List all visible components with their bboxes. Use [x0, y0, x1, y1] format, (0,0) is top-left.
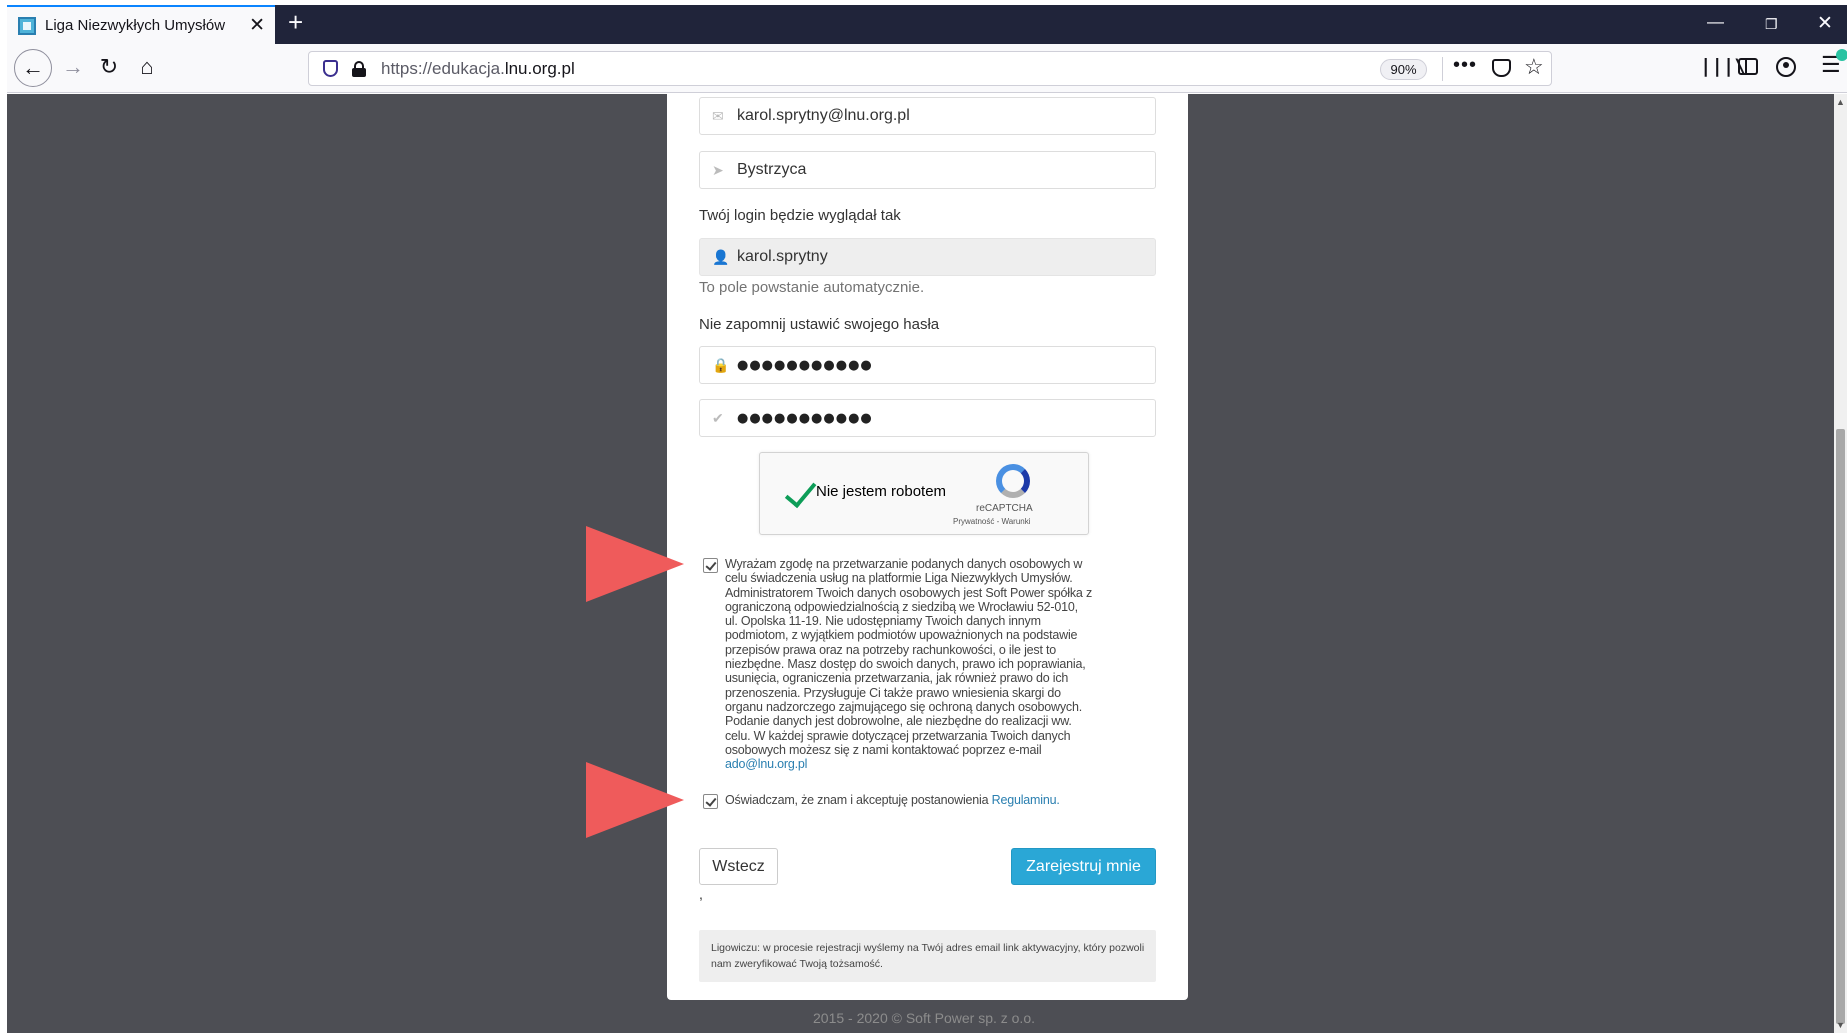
url-host: lnu.org.pl [504, 59, 575, 78]
url-text[interactable]: https://edukacja.lnu.org.pl [381, 59, 575, 79]
login-field: 👤 karol.sprytny [699, 238, 1156, 276]
scroll-up-icon[interactable]: ▲ [1836, 97, 1845, 107]
terms-checkbox[interactable] [703, 794, 718, 809]
recaptcha-links[interactable]: Prywatność - Warunki [953, 517, 1031, 526]
terms-link[interactable]: Regulaminu. [992, 793, 1060, 807]
sidebar-toggle-icon[interactable] [1738, 58, 1758, 75]
address-bar[interactable]: https://edukacja.lnu.org.pl 90% ••• ☆ [308, 51, 1552, 86]
zoom-level-badge[interactable]: 90% [1380, 59, 1427, 80]
update-badge-icon [1836, 49, 1847, 61]
window-close-icon[interactable]: ✕ [1817, 12, 1833, 35]
consent-checkbox[interactable] [703, 558, 718, 573]
login-label: Twój login będzie wyglądał tak [699, 207, 901, 224]
info-text: Ligowiczu: w procesie rejestracji wyślem… [711, 942, 1145, 970]
recaptcha-label: Nie jestem robotem [816, 483, 947, 500]
browser-tab[interactable]: Liga Niezwykłych Umysłów ✕ [7, 5, 275, 44]
recaptcha-checkmark-icon[interactable] [778, 471, 812, 501]
annotation-arrow-terms [586, 762, 684, 838]
city-field[interactable]: ➤ Bystrzyca [699, 151, 1156, 189]
user-icon: 👤 [712, 249, 730, 265]
checkmark-icon: ✔ [712, 410, 724, 426]
consent-text: Wyrażam zgodę na przetwarzanie podanych … [725, 557, 1093, 771]
envelope-icon: ✉ [712, 108, 724, 124]
terms-text: Oświadczam, że znam i akceptuję postanow… [725, 793, 1060, 807]
recaptcha-widget[interactable]: Nie jestem robotem reCAPTCHA Prywatność … [759, 452, 1089, 535]
browser-window: Liga Niezwykłych Umysłów ✕ + — ❐ ✕ ← → ↻… [0, 0, 1847, 1033]
recaptcha-brand: reCAPTCHA [976, 503, 1033, 514]
restore-icon[interactable]: ❐ [1765, 16, 1778, 33]
home-icon[interactable]: ⌂ [131, 52, 163, 84]
account-icon[interactable] [1776, 57, 1796, 77]
scrollbar-thumb[interactable] [1836, 429, 1845, 1024]
terms-link-label[interactable]: Regulaminu [992, 793, 1057, 807]
city-value: Bystrzyca [737, 161, 807, 178]
annotation-arrow-consent [586, 526, 684, 602]
pocket-icon[interactable] [1492, 59, 1511, 77]
info-box: Ligowiczu: w procesie rejestracji wyślem… [699, 930, 1156, 982]
registration-form-card: ✉ karol.sprytny@lnu.org.pl ➤ Bystrzyca T… [667, 94, 1188, 1000]
stray-mark: , [699, 886, 703, 902]
url-prefix: https://edukacja. [381, 59, 505, 78]
email-field[interactable]: ✉ karol.sprytny@lnu.org.pl [699, 97, 1156, 135]
login-help-text: To pole powstanie automatycznie. [699, 279, 925, 296]
padlock-icon: 🔒 [712, 357, 730, 373]
page-viewport: ✉ karol.sprytny@lnu.org.pl ➤ Bystrzyca T… [7, 94, 1841, 1033]
tab-title: Liga Niezwykłych Umysłów [45, 17, 226, 34]
password-field[interactable]: 🔒 ●●●●●●●●●●● [699, 346, 1156, 384]
email-value: karol.sprytny@lnu.org.pl [737, 107, 910, 124]
back-arrow-icon[interactable]: ← [14, 49, 52, 87]
tab-bar: Liga Niezwykłych Umysłów ✕ + — ❐ ✕ [7, 5, 1847, 44]
back-button[interactable]: Wstecz [699, 848, 778, 885]
consent-body: Wyrażam zgodę na przetwarzanie podanych … [725, 557, 1093, 757]
forward-arrow-icon[interactable]: → [57, 52, 89, 84]
tab-close-icon[interactable]: ✕ [249, 14, 265, 37]
register-button[interactable]: Zarejestruj mnie [1011, 848, 1156, 885]
login-value: karol.sprytny [737, 248, 828, 265]
new-tab-button[interactable]: + [288, 7, 303, 38]
bookmark-star-icon[interactable]: ☆ [1524, 54, 1544, 80]
page-actions-icon[interactable]: ••• [1453, 54, 1477, 77]
terms-period: . [1056, 793, 1060, 807]
terms-body: Oświadczam, że znam i akceptuję postanow… [725, 793, 989, 807]
reload-icon[interactable]: ↻ [93, 52, 125, 84]
recaptcha-logo-icon [996, 464, 1030, 498]
tracking-shield-icon[interactable] [323, 60, 338, 77]
vertical-scrollbar[interactable]: ▲ ▼ [1834, 94, 1847, 1033]
password-confirm-mask: ●●●●●●●●●●● [737, 411, 873, 426]
location-arrow-icon: ➤ [712, 162, 724, 178]
scroll-down-icon[interactable]: ▼ [1836, 1020, 1845, 1030]
divider [1442, 57, 1443, 81]
password-confirm-field[interactable]: ✔ ●●●●●●●●●●● [699, 399, 1156, 437]
minimize-icon[interactable]: — [1707, 12, 1724, 32]
password-mask: ●●●●●●●●●●● [737, 358, 873, 373]
navigation-bar: ← → ↻ ⌂ https://edukacja.lnu.org.pl 90% … [7, 44, 1847, 93]
site-favicon-icon [18, 17, 36, 35]
consent-email-link[interactable]: ado@lnu.org.pl [725, 757, 807, 771]
password-label: Nie zapomnij ustawić swojego hasła [699, 316, 940, 333]
page-footer: 2015 - 2020 © Soft Power sp. z o.o. [813, 1010, 1035, 1026]
lock-icon[interactable] [352, 61, 366, 77]
